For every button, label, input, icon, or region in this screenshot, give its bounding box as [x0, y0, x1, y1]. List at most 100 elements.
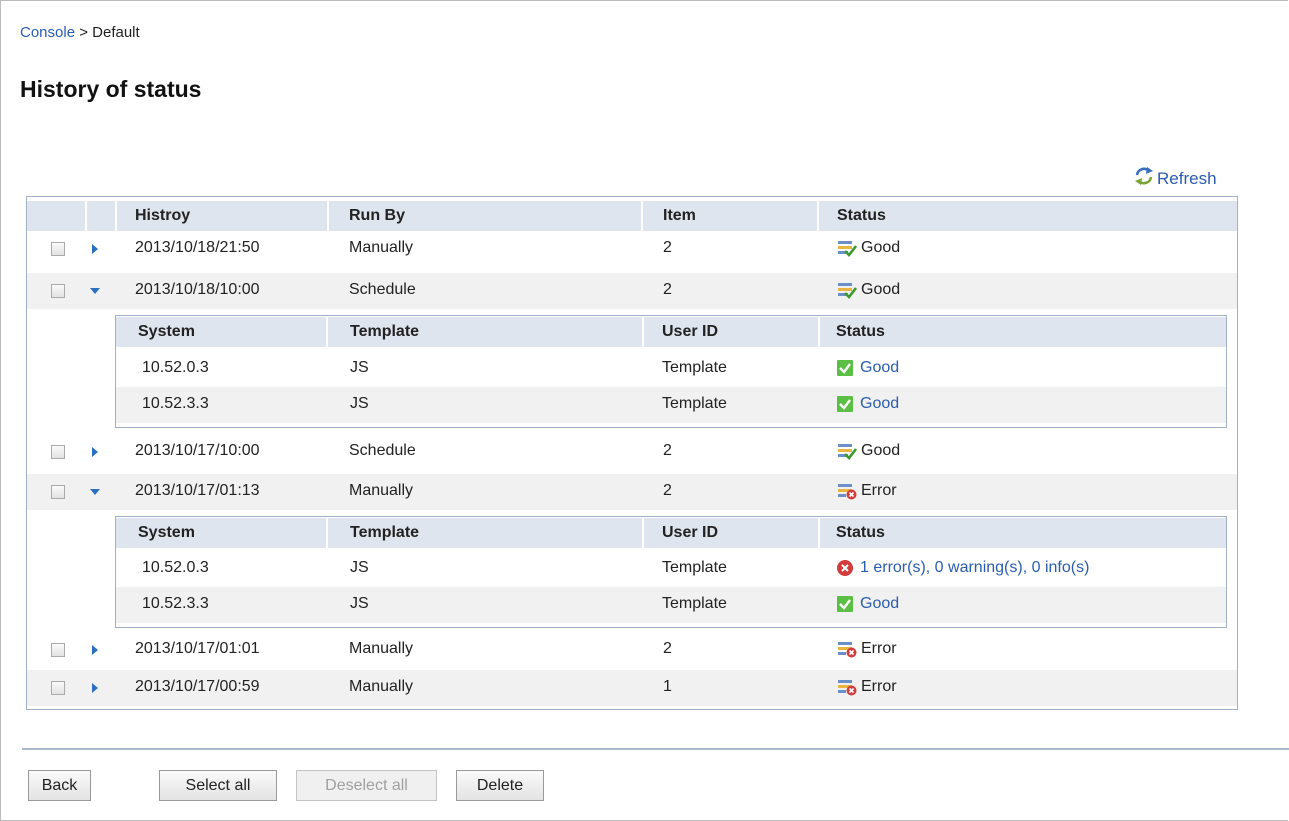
- status-cell: Error: [837, 482, 897, 500]
- template-cell: JS: [350, 395, 369, 412]
- status-text: Error: [861, 640, 897, 657]
- expand-toggle[interactable]: [89, 242, 101, 256]
- good-status-icon: [837, 442, 857, 460]
- refresh-label: Refresh: [1157, 168, 1217, 188]
- error-status-icon: [837, 678, 857, 696]
- detail-table: System Template User ID Status 10.52.0.3…: [115, 315, 1227, 428]
- status-cell: Error: [837, 640, 897, 658]
- item-cell: 2: [663, 482, 672, 499]
- detail-header: System Template User ID Status: [116, 317, 1226, 347]
- table-row: 2013/10/17/10:00 Schedule 2 Good: [27, 434, 1237, 470]
- expand-toggle[interactable]: [89, 445, 101, 459]
- table-row: 2013/10/18/10:00 Schedule 2 Good: [27, 273, 1237, 309]
- item-cell: 2: [663, 640, 672, 657]
- status-text: Error: [861, 678, 897, 695]
- expand-toggle[interactable]: [89, 643, 101, 657]
- template-cell: JS: [350, 595, 369, 612]
- table-row: 2013/10/17/01:13 Manually 2 Error: [27, 474, 1237, 510]
- green-check-icon: [836, 395, 856, 413]
- breadcrumb-console-link[interactable]: Console: [20, 24, 75, 41]
- green-check-icon: [836, 595, 856, 613]
- item-cell: 1: [663, 678, 672, 695]
- detail-row: 10.52.0.3 JS Template Good: [116, 351, 1226, 387]
- good-status-icon: [837, 281, 857, 299]
- detail-row: 10.52.3.3 JS Template Good: [116, 587, 1226, 623]
- run-by-cell: Manually: [349, 482, 414, 499]
- column-header-status[interactable]: Status: [837, 207, 886, 225]
- history-cell: 2013/10/18/21:50: [135, 239, 260, 256]
- status-text: Good: [861, 239, 901, 256]
- column-header-run-by[interactable]: Run By: [349, 207, 405, 225]
- column-header-item[interactable]: Item: [663, 207, 696, 225]
- system-cell: 10.52.0.3: [142, 559, 209, 576]
- detail-row: 10.52.0.3 JS Template 1 error(s), 0 warn…: [116, 551, 1226, 587]
- run-by-cell: Schedule: [349, 281, 416, 298]
- row-checkbox[interactable]: [51, 643, 65, 657]
- triangle-right-icon: [92, 447, 98, 457]
- breadcrumb-separator: >: [79, 24, 88, 41]
- status-cell: Good: [837, 239, 900, 257]
- detail-header: System Template User ID Status: [116, 518, 1226, 548]
- triangle-down-icon: [90, 489, 100, 495]
- status-cell: Good: [837, 442, 900, 460]
- row-checkbox[interactable]: [51, 445, 65, 459]
- detail-header-user-id: User ID: [662, 323, 719, 340]
- template-cell: JS: [350, 359, 369, 376]
- detail-table: System Template User ID Status 10.52.0.3…: [115, 516, 1227, 628]
- footer-divider: [22, 748, 1289, 750]
- row-checkbox[interactable]: [51, 242, 65, 256]
- detail-header-user-id: User ID: [662, 524, 719, 541]
- detail-status-cell: Good: [836, 359, 899, 377]
- row-checkbox[interactable]: [51, 284, 65, 298]
- item-cell: 2: [663, 442, 672, 459]
- run-by-cell: Manually: [349, 678, 414, 695]
- status-link[interactable]: Good: [860, 595, 899, 613]
- history-cell: 2013/10/17/00:59: [135, 678, 260, 695]
- row-checkbox[interactable]: [51, 485, 65, 499]
- user-id-cell: Template: [662, 595, 727, 612]
- history-cell: 2013/10/17/01:01: [135, 640, 260, 657]
- breadcrumb-current: Default: [92, 24, 140, 41]
- column-header-history[interactable]: Histroy: [135, 207, 190, 225]
- page-title: History of status: [20, 76, 202, 102]
- status-link[interactable]: Good: [860, 359, 899, 377]
- delete-button[interactable]: Delete: [456, 770, 544, 801]
- run-by-cell: Manually: [349, 239, 414, 256]
- refresh-icon: [1133, 166, 1157, 191]
- system-cell: 10.52.3.3: [142, 595, 209, 612]
- run-by-cell: Manually: [349, 640, 414, 657]
- triangle-right-icon: [92, 683, 98, 693]
- refresh-button[interactable]: Refresh: [1133, 166, 1217, 191]
- status-text: Good: [861, 442, 901, 459]
- detail-header-status: Status: [836, 323, 885, 340]
- green-check-icon: [836, 359, 856, 377]
- red-x-icon: [836, 559, 856, 577]
- row-checkbox[interactable]: [51, 681, 65, 695]
- table-row: 2013/10/17/01:01 Manually 2 Error: [27, 632, 1237, 668]
- history-cell: 2013/10/18/10:00: [135, 281, 260, 298]
- history-cell: 2013/10/17/10:00: [135, 442, 260, 459]
- select-all-button[interactable]: Select all: [159, 770, 277, 801]
- history-table: Histroy Run By Item Status 2013/10/18/21…: [26, 196, 1238, 710]
- error-status-icon: [837, 482, 857, 500]
- status-link[interactable]: 1 error(s), 0 warning(s), 0 info(s): [860, 559, 1089, 577]
- collapse-toggle[interactable]: [89, 485, 101, 499]
- table-row: 2013/10/17/00:59 Manually 1 Error: [27, 670, 1237, 706]
- user-id-cell: Template: [662, 559, 727, 576]
- table-header: Histroy Run By Item Status: [27, 201, 1237, 231]
- detail-status-cell: Good: [836, 595, 899, 613]
- detail-status-cell: 1 error(s), 0 warning(s), 0 info(s): [836, 559, 1089, 577]
- expand-toggle[interactable]: [89, 681, 101, 695]
- status-cell: Good: [837, 281, 900, 299]
- status-cell: Error: [837, 678, 897, 696]
- good-status-icon: [837, 239, 857, 257]
- collapse-toggle[interactable]: [89, 284, 101, 298]
- deselect-all-button[interactable]: Deselect all: [296, 770, 437, 801]
- back-button[interactable]: Back: [28, 770, 91, 801]
- system-cell: 10.52.3.3: [142, 395, 209, 412]
- user-id-cell: Template: [662, 359, 727, 376]
- status-text: Good: [861, 281, 901, 298]
- run-by-cell: Schedule: [349, 442, 416, 459]
- status-link[interactable]: Good: [860, 395, 899, 413]
- detail-header-status: Status: [836, 524, 885, 541]
